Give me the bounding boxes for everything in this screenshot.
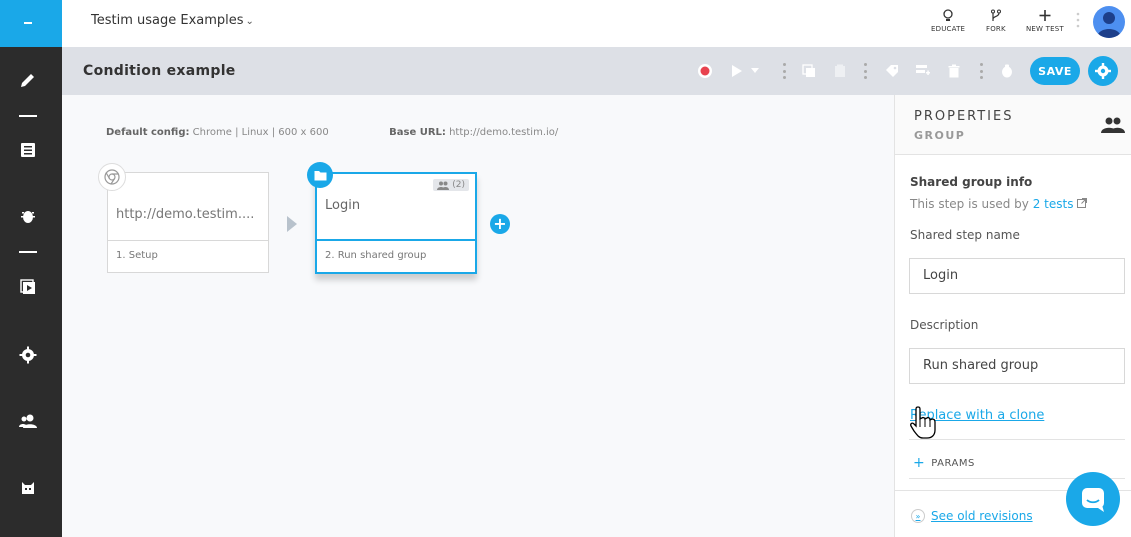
plus-icon: + [913, 455, 926, 471]
more-menu-icon[interactable] [1076, 12, 1080, 28]
lightbulb-icon [943, 9, 953, 21]
config-value[interactable]: Chrome | Linux | 600 x 600 [193, 127, 329, 138]
nav-separator [19, 251, 37, 253]
step-caption: 1. Setup [116, 250, 158, 261]
chat-icon[interactable] [1066, 472, 1120, 526]
shared-name-label: Shared step name [910, 228, 1020, 242]
shared-count-badge: (2) [433, 179, 469, 191]
panel-title: PROPERTIES [914, 109, 1014, 124]
properties-panel: PROPERTIES GROUP Shared group info This … [894, 95, 1131, 537]
test-title[interactable]: Condition example [83, 63, 236, 79]
bug-icon[interactable] [18, 206, 38, 226]
tests-link[interactable]: 2 tests [1033, 197, 1074, 211]
fork-button[interactable]: FORK [986, 9, 1006, 33]
test-canvas[interactable]: Default config: Chrome | Linux | 600 x 6… [62, 95, 894, 537]
bug-report-icon[interactable] [999, 63, 1015, 79]
educate-button[interactable]: EDUCATE [931, 9, 965, 33]
project-selector[interactable]: Testim usage Examples ⌄ [91, 13, 254, 28]
add-to-group-icon[interactable] [915, 63, 931, 79]
top-header: Testim usage Examples ⌄ EDUCATE FORK NEW … [62, 0, 1131, 47]
users-icon[interactable] [18, 411, 38, 431]
gear-icon [1095, 63, 1111, 79]
save-button[interactable]: SAVE [1030, 57, 1080, 85]
tag-icon[interactable] [884, 63, 900, 79]
step-arrow-icon [287, 216, 297, 232]
fork-icon [990, 9, 1001, 21]
brand-logo[interactable] [0, 0, 62, 47]
list-icon[interactable] [18, 140, 38, 160]
shared-group-title: Shared group info [910, 175, 1033, 189]
external-link-icon [1077, 198, 1088, 208]
kebab-separator-icon [864, 63, 867, 79]
chevron-down-icon: ⌄ [245, 16, 254, 27]
properties-gear-button[interactable] [1088, 56, 1118, 86]
description-label: Description [910, 318, 979, 332]
kebab-separator-icon [980, 63, 983, 79]
plus-icon [1039, 10, 1051, 21]
caret-down-icon[interactable] [750, 63, 760, 79]
hand-cursor-icon [908, 405, 938, 443]
step-title: http://demo.testim.... [108, 173, 268, 241]
gear-icon[interactable] [18, 345, 38, 365]
panel-pointer [1097, 86, 1109, 92]
new-test-button[interactable]: NEW TEST [1026, 9, 1064, 33]
add-step-button[interactable]: + [490, 214, 510, 234]
record-icon[interactable] [697, 63, 713, 79]
copy-icon[interactable] [801, 63, 817, 79]
shared-group-info: This step is used by 2 tests [910, 197, 1088, 211]
divider [909, 439, 1125, 440]
description-input[interactable]: Run shared group [909, 348, 1125, 384]
params-toggle[interactable]: + PARAMS [913, 455, 975, 471]
avatar[interactable] [1093, 6, 1125, 38]
left-nav [0, 0, 62, 537]
shared-name-input[interactable]: Login [909, 258, 1125, 294]
test-toolbar: Condition example SAVE [62, 47, 1131, 95]
config-info: Default config: Chrome | Linux | 600 x 6… [106, 127, 559, 138]
panel-header: PROPERTIES GROUP [895, 95, 1131, 155]
panel-subtitle: GROUP [914, 129, 966, 142]
step-card-login[interactable]: (2) Login 2. Run shared group [315, 172, 477, 274]
folder-icon [307, 162, 333, 188]
people-icon[interactable] [1101, 117, 1125, 137]
step-caption: 2. Run shared group [325, 250, 427, 261]
nav-separator [19, 115, 37, 117]
chrome-icon [98, 163, 126, 191]
people-icon [437, 181, 450, 190]
base-url-value[interactable]: http://demo.testim.io/ [449, 127, 558, 138]
chevron-right-icon: » [911, 509, 925, 523]
play-folder-icon[interactable] [18, 277, 38, 297]
mascot-icon[interactable] [18, 478, 38, 498]
play-icon[interactable] [728, 63, 744, 79]
old-revisions-link[interactable]: » See old revisions [911, 509, 1033, 523]
copy-icon[interactable] [775, 63, 791, 79]
paste-icon[interactable] [832, 63, 848, 79]
step-card-setup[interactable]: http://demo.testim.... 1. Setup [107, 172, 269, 273]
pencil-icon[interactable] [18, 70, 38, 90]
project-title: Testim usage Examples [91, 13, 244, 28]
trash-icon[interactable] [946, 63, 962, 79]
